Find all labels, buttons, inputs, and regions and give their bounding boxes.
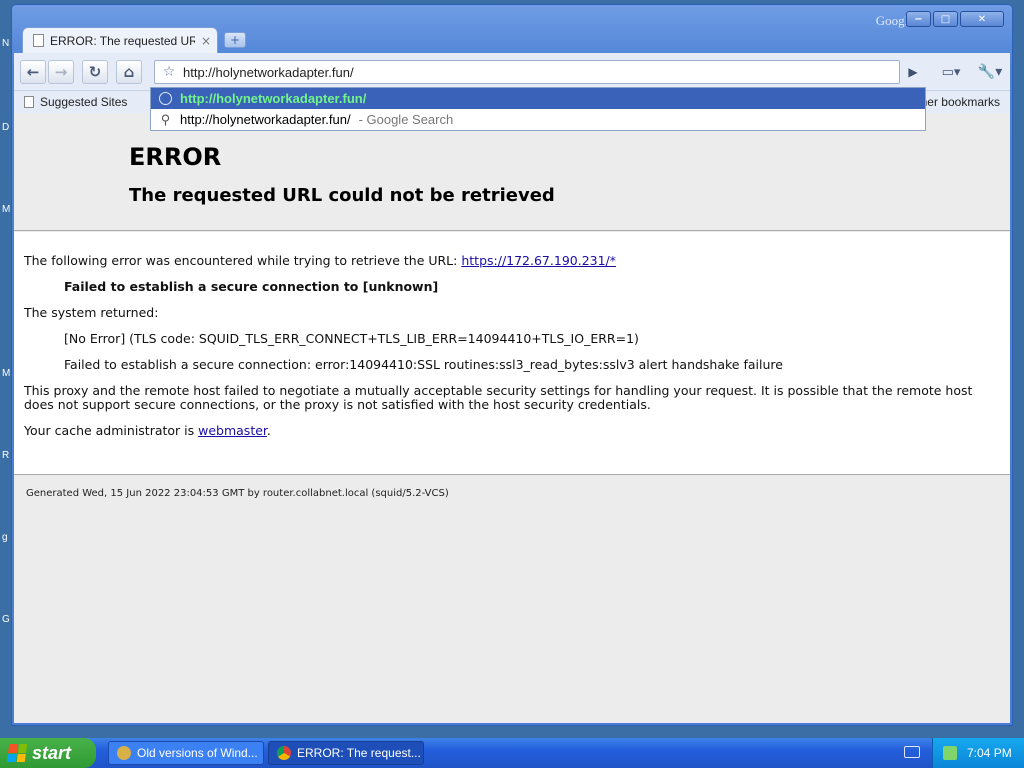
desktop-icon-label[interactable]: g: [2, 532, 8, 543]
encountered-text: The following error was encountered whil…: [24, 253, 462, 268]
navigation-toolbar: ← → ↻ ⌂ ☆ http://holynetworkadapter.fun/…: [14, 53, 1010, 91]
generated-footer: Generated Wed, 15 Jun 2022 23:04:53 GMT …: [26, 488, 449, 499]
keyboard-icon[interactable]: [904, 746, 920, 758]
start-label: start: [32, 742, 72, 763]
taskbar-item[interactable]: Old versions of Wind...: [108, 741, 264, 765]
window-controls: − □ ✕: [906, 11, 1004, 27]
desktop-icon-label[interactable]: D: [2, 122, 9, 133]
forward-button[interactable]: →: [48, 60, 74, 84]
browser-window: Google − □ ✕ ERROR: The requested UR... …: [11, 4, 1013, 726]
go-button[interactable]: ▶: [902, 60, 924, 84]
failed-message: Failed to establish a secure connection …: [64, 279, 439, 294]
desktop-icon-label[interactable]: M: [2, 368, 10, 379]
start-button[interactable]: start: [0, 738, 96, 768]
page-title: ERROR: [129, 143, 222, 171]
chrome-icon: [277, 746, 291, 760]
admin-line: Your cache administrator is webmaster.: [24, 424, 1000, 438]
tls-code: [No Error] (TLS code: SQUID_TLS_ERR_CONN…: [64, 331, 639, 346]
close-window-button[interactable]: ✕: [960, 11, 1004, 27]
reload-button[interactable]: ↻: [82, 60, 108, 84]
bookmark-star-icon[interactable]: ☆: [155, 64, 183, 80]
webmaster-link[interactable]: webmaster: [198, 423, 267, 438]
bookmark-label: Suggested Sites: [40, 95, 128, 109]
clock[interactable]: 7:04 PM: [967, 746, 1012, 760]
back-button[interactable]: ←: [20, 60, 46, 84]
system-tray: 7:04 PM: [932, 738, 1024, 768]
page-menu-button[interactable]: ▭▾: [936, 60, 966, 84]
taskbar-item[interactable]: ERROR: The request...: [268, 741, 424, 765]
page-icon: [24, 96, 34, 108]
suggestion-text: http://holynetworkadapter.fun/: [180, 91, 367, 106]
tab-title: ERROR: The requested UR...: [50, 33, 195, 48]
desktop-icon-label[interactable]: R: [2, 450, 9, 461]
ie-icon: [117, 746, 131, 760]
minimize-button[interactable]: −: [906, 11, 931, 27]
explanation: This proxy and the remote host failed to…: [24, 383, 973, 412]
tab-close-icon[interactable]: ×: [201, 34, 211, 48]
admin-suffix: .: [266, 423, 271, 438]
taskbar-item-label: Old versions of Wind...: [137, 746, 258, 760]
ssl-error: Failed to establish a secure connection:…: [64, 357, 783, 372]
windows-logo-icon: [6, 744, 28, 762]
admin-text: Your cache administrator is: [24, 423, 199, 438]
desktop-icon-label[interactable]: G: [2, 614, 10, 625]
desktop-icon-label[interactable]: M: [2, 204, 10, 215]
search-icon: ⚲: [160, 111, 171, 127]
tab-error-page[interactable]: ERROR: The requested UR... ×: [22, 27, 218, 53]
suggestion-suffix: - Google Search: [358, 112, 454, 127]
address-bar[interactable]: ☆ http://holynetworkadapter.fun/: [154, 60, 900, 84]
suggestion-item[interactable]: ⚲ http://holynetworkadapter.fun/ - Googl…: [151, 109, 925, 130]
address-bar-url[interactable]: http://holynetworkadapter.fun/: [183, 65, 354, 80]
omnibox-suggestions: http://holynetworkadapter.fun/ ⚲ http://…: [150, 87, 926, 131]
taskbar: start Old versions of Wind... ERROR: The…: [0, 738, 1024, 768]
suggestion-item[interactable]: http://holynetworkadapter.fun/: [151, 88, 925, 109]
suggestion-text: http://holynetworkadapter.fun/: [180, 112, 351, 127]
error-encountered: The following error was encountered whil…: [24, 254, 1000, 268]
bookmark-suggested-sites[interactable]: Suggested Sites: [24, 95, 127, 109]
globe-icon: [159, 92, 172, 105]
page-content: ERROR The requested URL could not be ret…: [14, 113, 1010, 723]
wrench-menu-button[interactable]: 🔧▾: [974, 60, 1006, 84]
taskbar-item-label: ERROR: The request...: [297, 746, 421, 760]
desktop-icon-label[interactable]: N: [2, 38, 9, 49]
error-body: The following error was encountered whil…: [14, 232, 1010, 475]
home-button[interactable]: ⌂: [116, 60, 142, 84]
system-returned-label: The system returned:: [24, 305, 159, 320]
page-icon: [33, 34, 44, 47]
network-icon[interactable]: [943, 746, 957, 760]
error-url-link[interactable]: https://172.67.190.231/*: [461, 253, 616, 268]
maximize-button[interactable]: □: [933, 11, 958, 27]
page-subtitle: The requested URL could not be retrieved: [129, 185, 555, 206]
new-tab-button[interactable]: +: [224, 32, 246, 48]
